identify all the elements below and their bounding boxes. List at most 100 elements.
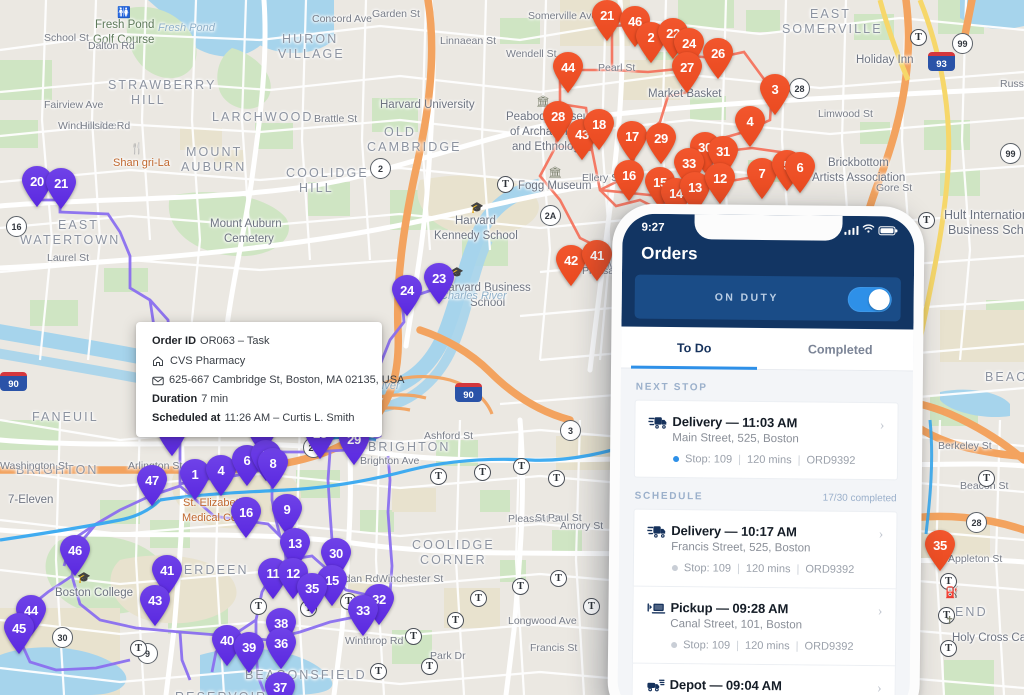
map-pin-orange[interactable]: 12 [705, 163, 735, 204]
next-stop-title: Delivery — 11:03 AM [672, 414, 798, 431]
list-item[interactable]: Depot — 09:04 AM Ward Street, 221, Bosto… [631, 663, 896, 695]
status-dot [673, 456, 680, 463]
schedule-order-id: ORD9392 [804, 640, 854, 653]
map-pin-orange[interactable]: 44 [553, 52, 583, 93]
info-order-id-label: Order ID [152, 335, 197, 347]
schedule-order-id: ORD9392 [805, 563, 855, 576]
map-pin-orange[interactable]: 21 [592, 0, 622, 41]
schedule-duration: 120 mins [745, 562, 791, 576]
info-order-id-value: OR063 – Task [200, 335, 270, 347]
map-pin-number: 21 [54, 176, 68, 191]
wifi-icon [862, 224, 875, 236]
map-pin-number: 21 [600, 8, 614, 23]
map-pin-number: 35 [305, 581, 319, 596]
schedule-row: Depot — 09:04 AM Ward Street, 221, Bosto… [632, 664, 894, 695]
chevron-right-icon[interactable]: › [878, 602, 883, 620]
map-pin-purple[interactable]: 21 [46, 168, 76, 209]
map-pin-purple[interactable]: 8 [258, 448, 288, 489]
list-item[interactable]: Delivery — 10:17 AM Francis Street, 525,… [632, 508, 898, 590]
on-duty-toggle[interactable] [847, 286, 892, 312]
tab-todo[interactable]: To Do [621, 326, 767, 369]
on-duty-bar[interactable]: ON DUTY [634, 274, 901, 322]
phone-mockup: 9:27 Orders ON DUTY To Do Completed NEXT… [607, 203, 925, 695]
next-stop-main: Delivery — 11:03 AM Main Street, 525, Bo… [672, 414, 880, 446]
next-stop-card[interactable]: Delivery — 11:03 AM Main Street, 525, Bo… [633, 399, 899, 481]
map-pin-number: 41 [160, 563, 174, 578]
map-pin-purple[interactable]: 46 [60, 535, 90, 576]
map-pin-orange[interactable]: 6 [785, 152, 815, 193]
map-pin-orange[interactable]: 29 [646, 123, 676, 164]
next-stop-row: Delivery — 11:03 AM Main Street, 525, Bo… [635, 401, 897, 447]
schedule-address: Canal Street, 101, Boston [670, 618, 803, 632]
list-item[interactable]: Pickup — 09:28 AM Canal Street, 101, Bos… [631, 586, 897, 667]
schedule-completed-count: 17/30 completed [822, 492, 897, 505]
map-pin-number: 16 [622, 168, 636, 183]
tab-completed[interactable]: Completed [767, 328, 913, 371]
chevron-right-icon[interactable]: › [879, 525, 884, 543]
meta-separator: | [736, 562, 740, 575]
map-pin-purple[interactable]: 39 [234, 632, 264, 673]
map-pin-number: 13 [288, 536, 302, 551]
chevron-right-icon[interactable]: › [877, 679, 882, 695]
tab-bar[interactable]: To Do Completed [621, 326, 914, 372]
page-title: Orders [641, 243, 698, 264]
map-pin-orange[interactable]: 17 [617, 121, 647, 162]
order-info-popup[interactable]: Order ID OR063 – Task CVS Pharmacy 625-6… [136, 322, 404, 437]
map-pin-purple[interactable]: 23 [424, 263, 454, 304]
map-pin-orange[interactable]: 4 [735, 106, 765, 147]
info-scheduled-value: 11:26 AM – Curtis L. Smith [224, 412, 355, 424]
map-pin-number: 33 [356, 603, 370, 618]
map-pin-purple[interactable]: 37 [265, 672, 295, 695]
pickup-box-icon [646, 600, 670, 617]
map-pin-number: 30 [329, 546, 343, 561]
map-pin-number: 24 [400, 283, 414, 298]
tab-completed-label: Completed [807, 341, 873, 357]
map-pin-purple[interactable]: 36 [266, 628, 296, 669]
map-pin-purple[interactable]: 45 [4, 613, 34, 654]
map-pin-purple[interactable]: 24 [392, 275, 422, 316]
status-time: 9:27 [641, 221, 665, 234]
next-stop-order-id: ORD9392 [806, 454, 856, 467]
map-pin-orange[interactable]: 16 [614, 160, 644, 201]
envelope-icon [152, 376, 164, 386]
map-pin-orange[interactable]: 26 [703, 38, 733, 79]
status-icons [844, 224, 896, 237]
map-pin-purple[interactable]: 43 [140, 585, 170, 626]
schedule-duration: 120 mins [744, 639, 790, 653]
next-stop-meta: Stop: 109 | 120 mins | ORD9392 [635, 444, 897, 480]
info-duration-value: 7 min [201, 393, 229, 405]
home-icon [152, 355, 165, 367]
map-pin-purple[interactable]: 47 [137, 465, 167, 506]
cellular-bars-icon [844, 225, 859, 235]
schedule-main: Delivery — 10:17 AM Francis Street, 525,… [671, 523, 879, 555]
map-pin-orange[interactable]: 27 [672, 52, 702, 93]
map-pin-number: 16 [239, 505, 253, 520]
map-pin-number: 39 [242, 640, 256, 655]
orders-list[interactable]: NEXT STOP Delivery — 11:03 AM Main Stree… [617, 368, 913, 695]
schedule-stop-number: Stop: 109 [683, 562, 732, 575]
next-stop-section-title: NEXT STOP [635, 381, 708, 394]
map-pin-number: 3 [771, 82, 779, 97]
map-pin-number: 45 [12, 621, 26, 636]
chevron-right-icon[interactable]: › [880, 416, 885, 434]
map-pin-number: 4 [746, 114, 754, 129]
schedule-meta: Stop: 109 | 120 mins | ORD9392 [634, 553, 896, 589]
info-order-id-row: Order ID OR063 – Task [152, 336, 366, 347]
next-stop-duration: 120 mins [746, 453, 792, 467]
schedule-main: Depot — 09:04 AM Ward Street, 221, Bosto… [669, 677, 877, 695]
map-pin-purple[interactable]: 16 [231, 497, 261, 538]
map-pin-orange[interactable]: 35 [925, 530, 955, 571]
schedule-section-header: SCHEDULE 17/30 completed [620, 477, 912, 511]
map-pin-number: 9 [283, 502, 291, 517]
schedule-row: Pickup — 09:28 AM Canal Street, 101, Bos… [633, 587, 895, 633]
schedule-title: Depot — 09:04 AM [669, 677, 782, 694]
map-pin-purple[interactable]: 35 [297, 573, 327, 614]
map-pin-number: 31 [716, 144, 730, 159]
map-pin-purple[interactable]: 33 [348, 595, 378, 636]
map-pin-orange[interactable]: 18 [584, 109, 614, 150]
map-pin-orange[interactable]: 41 [582, 240, 612, 281]
schedule-row: Delivery — 10:17 AM Francis Street, 525,… [634, 510, 896, 556]
info-address-row: 625-667 Cambridge St, Boston, MA 02135, … [152, 375, 404, 386]
delivery-truck-icon [648, 414, 672, 431]
schedule-main: Pickup — 09:28 AM Canal Street, 101, Bos… [670, 600, 878, 632]
